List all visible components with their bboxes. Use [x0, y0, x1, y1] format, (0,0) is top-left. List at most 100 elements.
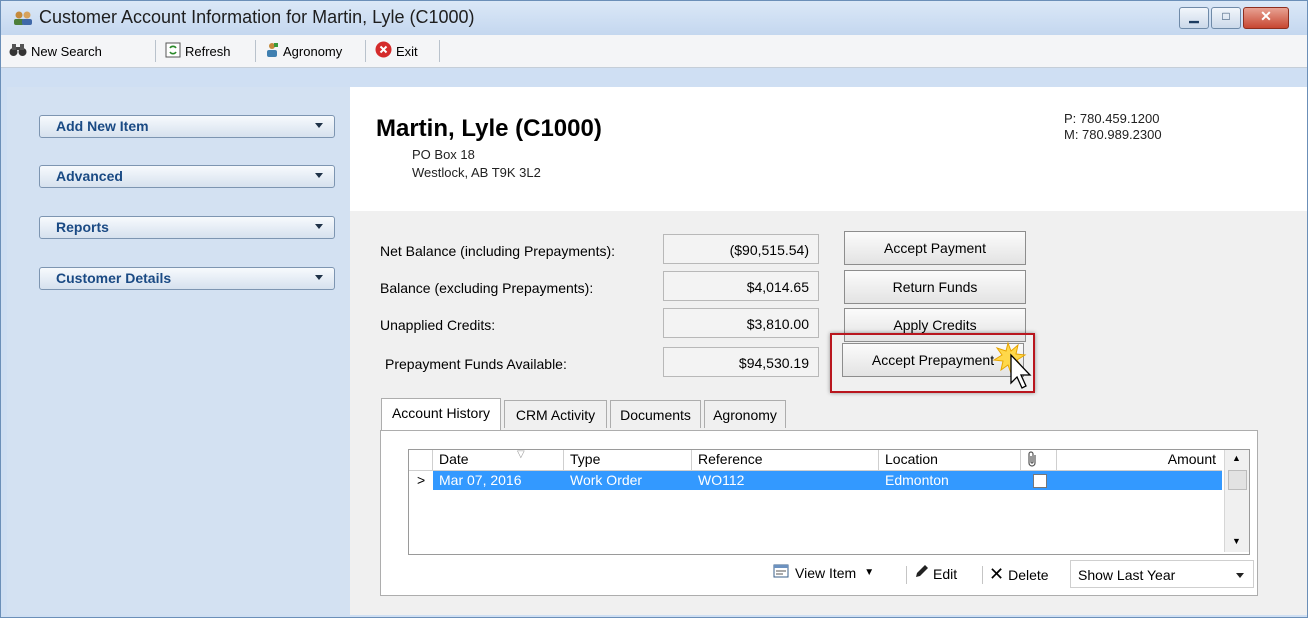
history-range-select[interactable]: Show Last Year	[1070, 560, 1254, 588]
window-title: Customer Account Information for Martin,…	[39, 7, 475, 27]
address-line-2: Westlock, AB T9K 3L2	[412, 165, 541, 180]
grid-scrollbar[interactable]: ▲ ▼	[1224, 450, 1249, 552]
new-search-button[interactable]: New Search	[9, 38, 102, 64]
view-item-label: View Item	[795, 564, 857, 581]
customers-icon	[14, 11, 32, 25]
exit-label: Exit	[396, 43, 418, 59]
binoculars-icon	[9, 43, 27, 60]
refresh-button[interactable]: Refresh	[165, 38, 231, 64]
net-balance-label: Net Balance (including Prepayments):	[380, 243, 616, 259]
sidebar-item-label: Reports	[56, 219, 109, 235]
column-label: Date	[439, 451, 469, 467]
attachment-checkbox[interactable]	[1033, 474, 1047, 488]
window-controls: ▁ □ ✕	[1177, 7, 1289, 29]
add-new-item-dropdown[interactable]: Add New Item	[39, 115, 335, 138]
minimize-icon: ▁	[1189, 9, 1199, 23]
paperclip-icon	[1027, 451, 1039, 470]
history-grid: Date ▽ Type Reference Location Amount >	[408, 449, 1250, 555]
tab-documents[interactable]: Documents	[610, 400, 701, 428]
delete-icon: ✕	[989, 564, 1005, 584]
minimize-button[interactable]: ▁	[1179, 7, 1209, 29]
chevron-down-icon	[1236, 573, 1244, 578]
agronomy-label: Agronomy	[283, 43, 343, 59]
refresh-label: Refresh	[185, 43, 231, 59]
toolbar-divider	[365, 40, 366, 62]
exit-button[interactable]: Exit	[375, 38, 418, 64]
delete-label: Delete	[1008, 566, 1049, 583]
agronomist-icon	[265, 42, 279, 61]
address-line-1: PO Box 18	[412, 147, 475, 162]
divider	[982, 566, 983, 584]
maximize-icon: □	[1222, 9, 1230, 23]
chevron-down-icon	[315, 123, 323, 128]
column-header-amount[interactable]: Amount	[1057, 450, 1222, 470]
view-item-button[interactable]: View Item ▼	[773, 564, 874, 581]
scroll-up-icon[interactable]: ▲	[1232, 453, 1241, 463]
chevron-down-icon	[315, 275, 323, 280]
balance-label: Balance (excluding Prepayments):	[380, 280, 594, 296]
customer-header: Martin, Lyle (C1000) PO Box 18 Westlock,…	[350, 87, 1307, 211]
reports-dropdown[interactable]: Reports	[39, 216, 335, 239]
refresh-icon	[165, 42, 181, 61]
unapplied-credits-value: $3,810.00	[663, 308, 819, 338]
toolbar: New Search Refresh Agronomy Exit	[1, 35, 1307, 68]
sort-indicator-icon: ▽	[517, 449, 525, 460]
pencil-icon	[913, 564, 929, 583]
new-search-label: New Search	[31, 43, 102, 59]
return-funds-button[interactable]: Return Funds	[844, 270, 1026, 304]
account-history-panel: Date ▽ Type Reference Location Amount >	[380, 430, 1258, 596]
edit-button[interactable]: Edit	[913, 564, 957, 583]
column-header-date[interactable]: Date ▽	[433, 449, 564, 470]
chevron-down-icon	[315, 224, 323, 229]
chevron-down-icon[interactable]: ▼	[864, 567, 874, 578]
tab-account-history[interactable]: Account History	[381, 398, 501, 430]
column-header-reference[interactable]: Reference	[692, 450, 879, 470]
close-icon: ✕	[1260, 8, 1272, 24]
app-window: Customer Account Information for Martin,…	[0, 0, 1308, 618]
toolbar-divider	[439, 40, 440, 62]
grid-header: Date ▽ Type Reference Location Amount	[409, 449, 1222, 471]
scrollbar-thumb[interactable]	[1228, 470, 1247, 490]
delete-button[interactable]: ✕ Delete	[989, 564, 1049, 585]
phone-primary: P: 780.459.1200	[1064, 111, 1160, 126]
chevron-down-icon	[315, 173, 323, 178]
toolbar-divider	[155, 40, 156, 62]
cell-type: Work Order	[570, 472, 643, 488]
prepayment-funds-value: $94,530.19	[663, 347, 819, 377]
cell-location: Edmonton	[885, 472, 949, 488]
sidebar-item-label: Advanced	[56, 168, 123, 184]
sidebar-item-label: Customer Details	[56, 270, 172, 286]
toolbar-divider	[255, 40, 256, 62]
view-item-icon	[773, 564, 789, 581]
unapplied-credits-label: Unapplied Credits:	[380, 317, 496, 333]
mouse-cursor-icon	[992, 341, 1032, 389]
tab-agronomy[interactable]: Agronomy	[704, 400, 786, 428]
maximize-button[interactable]: □	[1211, 7, 1241, 29]
row-marker: >	[409, 471, 433, 490]
cell-amount	[1057, 471, 1222, 490]
column-header-type[interactable]: Type	[564, 450, 692, 470]
net-balance-value: ($90,515.54)	[663, 234, 819, 264]
cell-date: Mar 07, 2016	[439, 472, 522, 488]
customer-details-dropdown[interactable]: Customer Details	[39, 267, 335, 290]
column-header-attachment[interactable]	[1021, 450, 1057, 470]
edit-label: Edit	[933, 565, 958, 582]
tab-crm-activity[interactable]: CRM Activity	[504, 400, 607, 428]
customer-name: Martin, Lyle (C1000)	[376, 115, 602, 142]
close-button[interactable]: ✕	[1243, 7, 1289, 29]
advanced-dropdown[interactable]: Advanced	[39, 165, 335, 188]
divider	[906, 566, 907, 584]
prepayment-funds-label: Prepayment Funds Available:	[385, 356, 567, 372]
main-panel: Martin, Lyle (C1000) PO Box 18 Westlock,…	[350, 87, 1307, 615]
balance-value: $4,014.65	[663, 271, 819, 301]
cell-reference: WO112	[698, 472, 745, 488]
table-row[interactable]: > Mar 07, 2016 Work Order WO112 Edmonton	[409, 471, 1222, 490]
grid-actions-bar: View Item ▼ Edit ✕ Delete Show Last Year	[381, 558, 1257, 590]
column-header-location[interactable]: Location	[879, 450, 1021, 470]
row-header-corner	[409, 450, 433, 470]
agronomy-button[interactable]: Agronomy	[265, 38, 342, 64]
sidebar-item-label: Add New Item	[56, 118, 149, 134]
accept-payment-button[interactable]: Accept Payment	[844, 231, 1026, 265]
sidebar: Add New Item Advanced Reports Customer D…	[7, 87, 350, 615]
scroll-down-icon[interactable]: ▼	[1232, 536, 1241, 546]
